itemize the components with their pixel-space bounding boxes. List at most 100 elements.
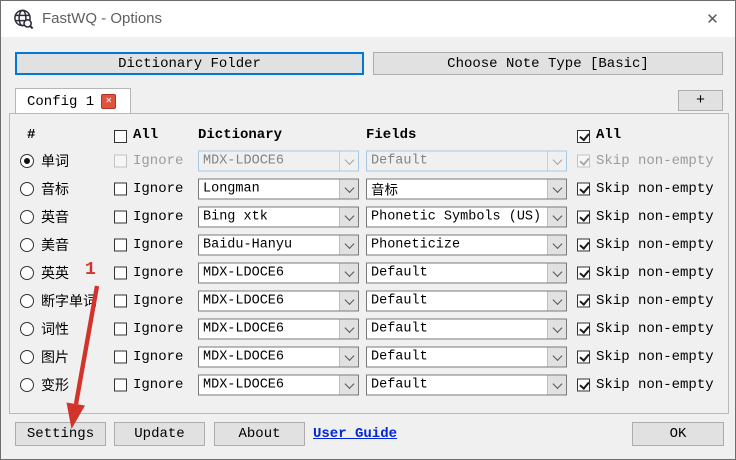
row-label: 英音 — [41, 211, 69, 227]
dictionary-select[interactable]: MDX-LDOCE6 — [198, 262, 359, 284]
fields-select[interactable]: Phoneticize — [366, 234, 567, 256]
dictionary-select-value: MDX-LDOCE6 — [203, 293, 285, 309]
chevron-glyph — [344, 154, 354, 165]
update-button[interactable]: Update — [114, 422, 205, 446]
chevron-glyph — [344, 266, 354, 277]
row-radio[interactable] — [20, 182, 34, 196]
ignore-label: Ignore — [133, 181, 184, 197]
fields-select[interactable]: 音标 — [366, 178, 567, 200]
dictionary-select[interactable]: Bing xtk — [198, 206, 359, 228]
chevron-glyph — [552, 210, 562, 221]
table-row: 单词 Ignore MDX-LDOCE6 Default Skip non-empty — [1, 147, 735, 175]
fields-select[interactable]: Default — [366, 374, 567, 396]
row-radio[interactable] — [20, 378, 34, 392]
row-radio[interactable] — [20, 238, 34, 252]
dictionary-select-value: Baidu-Hanyu — [203, 237, 293, 253]
ok-button[interactable]: OK — [632, 422, 724, 446]
ignore-checkbox[interactable] — [114, 322, 127, 336]
dictionary-select-value: MDX-LDOCE6 — [203, 153, 285, 169]
chevron-glyph — [552, 378, 562, 389]
ignore-label: Ignore — [133, 321, 184, 337]
skip-label: Skip non-empty — [596, 181, 714, 197]
fields-select[interactable]: Default — [366, 262, 567, 284]
ignore-checkbox[interactable] — [114, 350, 127, 364]
fields-select[interactable]: Default — [366, 346, 567, 368]
header-hash: # — [27, 127, 36, 143]
chevron-glyph — [344, 294, 354, 305]
dictionary-select[interactable]: MDX-LDOCE6 — [198, 150, 359, 172]
skip-checkbox[interactable] — [577, 350, 590, 364]
row-radio[interactable] — [20, 322, 34, 336]
fields-select[interactable]: Phonetic Symbols (US) — [366, 206, 567, 228]
skip-label: Skip non-empty — [596, 265, 714, 281]
dictionary-select[interactable]: Baidu-Hanyu — [198, 234, 359, 256]
ignore-checkbox[interactable] — [114, 154, 127, 168]
ignore-checkbox[interactable] — [114, 266, 127, 280]
skip-checkbox[interactable] — [577, 210, 590, 224]
about-button[interactable]: About — [214, 422, 305, 446]
dropdown-chevron-icon — [339, 263, 358, 283]
row-radio[interactable] — [20, 266, 34, 280]
ignore-label: Ignore — [133, 237, 184, 253]
dropdown-chevron-icon — [547, 375, 566, 395]
close-icon[interactable]: ✕ — [690, 1, 735, 36]
row-label: 断字单词 — [41, 295, 97, 311]
dictionary-select[interactable]: MDX-LDOCE6 — [198, 346, 359, 368]
row-radio[interactable] — [20, 210, 34, 224]
ignore-checkbox[interactable] — [114, 238, 127, 252]
row-radio[interactable] — [20, 294, 34, 308]
skip-checkbox[interactable] — [577, 238, 590, 252]
skip-checkbox[interactable] — [577, 322, 590, 336]
dictionary-select[interactable]: MDX-LDOCE6 — [198, 290, 359, 312]
fields-select[interactable]: Default — [366, 318, 567, 340]
add-config-button[interactable]: + — [678, 90, 723, 111]
config-rows: 单词 Ignore MDX-LDOCE6 Default Skip non-empty 音… — [1, 147, 735, 399]
skip-checkbox[interactable] — [577, 266, 590, 280]
table-row: 英英 1 Ignore MDX-LDOCE6 Default Skip non-empty — [1, 259, 735, 287]
dictionary-folder-button[interactable]: Dictionary Folder — [15, 52, 364, 75]
table-row: 美音 Ignore Baidu-Hanyu Phoneticize Skip non-e… — [1, 231, 735, 259]
fields-select-value: Phoneticize — [371, 237, 461, 253]
table-row: 图片 Ignore MDX-LDOCE6 Default Skip non-empty — [1, 343, 735, 371]
skip-checkbox[interactable] — [577, 378, 590, 392]
settings-button[interactable]: Settings — [15, 422, 106, 446]
ignore-label: Ignore — [133, 153, 184, 169]
chevron-glyph — [344, 350, 354, 361]
skip-checkbox[interactable] — [577, 154, 590, 168]
dictionary-select-value: MDX-LDOCE6 — [203, 265, 285, 281]
title-bar: FastWQ - Options ✕ — [1, 1, 735, 37]
ignore-checkbox[interactable] — [114, 294, 127, 308]
skip-checkbox[interactable] — [577, 294, 590, 308]
ignore-checkbox[interactable] — [114, 210, 127, 224]
dictionary-select[interactable]: MDX-LDOCE6 — [198, 374, 359, 396]
all-ignore-checkbox[interactable] — [114, 130, 127, 143]
row-label: 英英 — [41, 267, 69, 283]
dictionary-select[interactable]: MDX-LDOCE6 — [198, 318, 359, 340]
user-guide-link[interactable]: User Guide — [313, 426, 397, 442]
ignore-checkbox[interactable] — [114, 378, 127, 392]
fields-select-value: Default — [371, 321, 428, 337]
chevron-glyph — [344, 182, 354, 193]
tab-config-1[interactable]: Config 1 ✕ — [15, 88, 131, 114]
tab-close-icon[interactable]: ✕ — [101, 94, 117, 109]
ignore-checkbox[interactable] — [114, 182, 127, 196]
fields-select[interactable]: Default — [366, 150, 567, 172]
skip-label: Skip non-empty — [596, 293, 714, 309]
row-radio[interactable] — [20, 154, 34, 168]
skip-checkbox[interactable] — [577, 182, 590, 196]
row-radio[interactable] — [20, 350, 34, 364]
dictionary-select[interactable]: Longman — [198, 178, 359, 200]
choose-note-type-button[interactable]: Choose Note Type [Basic] — [373, 52, 723, 75]
all-skip-checkbox[interactable] — [577, 130, 590, 143]
fields-select[interactable]: Default — [366, 290, 567, 312]
ignore-label: Ignore — [133, 209, 184, 225]
row-label: 单词 — [41, 155, 69, 171]
table-row: 变形 Ignore MDX-LDOCE6 Default Skip non-empty — [1, 371, 735, 399]
dropdown-chevron-icon — [547, 151, 566, 171]
chevron-glyph — [552, 294, 562, 305]
chevron-glyph — [344, 322, 354, 333]
dropdown-chevron-icon — [547, 179, 566, 199]
dropdown-chevron-icon — [339, 151, 358, 171]
tab-label: Config 1 — [27, 93, 95, 110]
dropdown-chevron-icon — [339, 235, 358, 255]
